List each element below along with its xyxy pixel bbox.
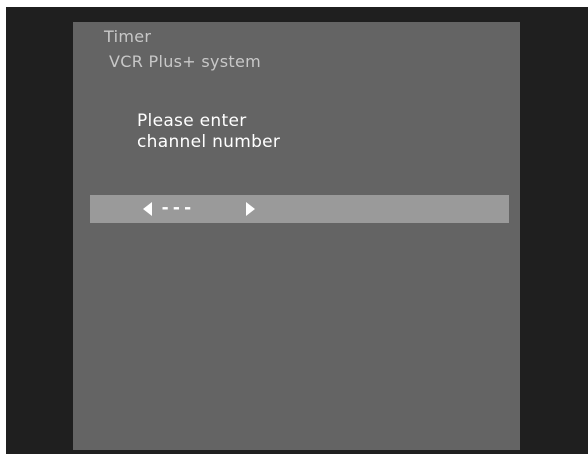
tv-screen: Timer VCR Plus+ system Please enter chan…	[6, 7, 588, 454]
arrow-left-icon[interactable]	[143, 202, 152, 216]
menu-subtitle: VCR Plus+ system	[109, 52, 262, 71]
prompt-line-1: Please enter	[137, 111, 247, 131]
prompt-text: Please enter channel number	[137, 111, 280, 153]
channel-entry-field[interactable]: ---	[90, 195, 509, 223]
menu-title: Timer	[104, 27, 152, 46]
prompt-line-2: channel number	[137, 132, 281, 152]
osd-menu-panel: Timer VCR Plus+ system Please enter chan…	[73, 22, 520, 450]
arrow-right-icon[interactable]	[246, 202, 255, 216]
channel-number-value: ---	[160, 198, 194, 218]
